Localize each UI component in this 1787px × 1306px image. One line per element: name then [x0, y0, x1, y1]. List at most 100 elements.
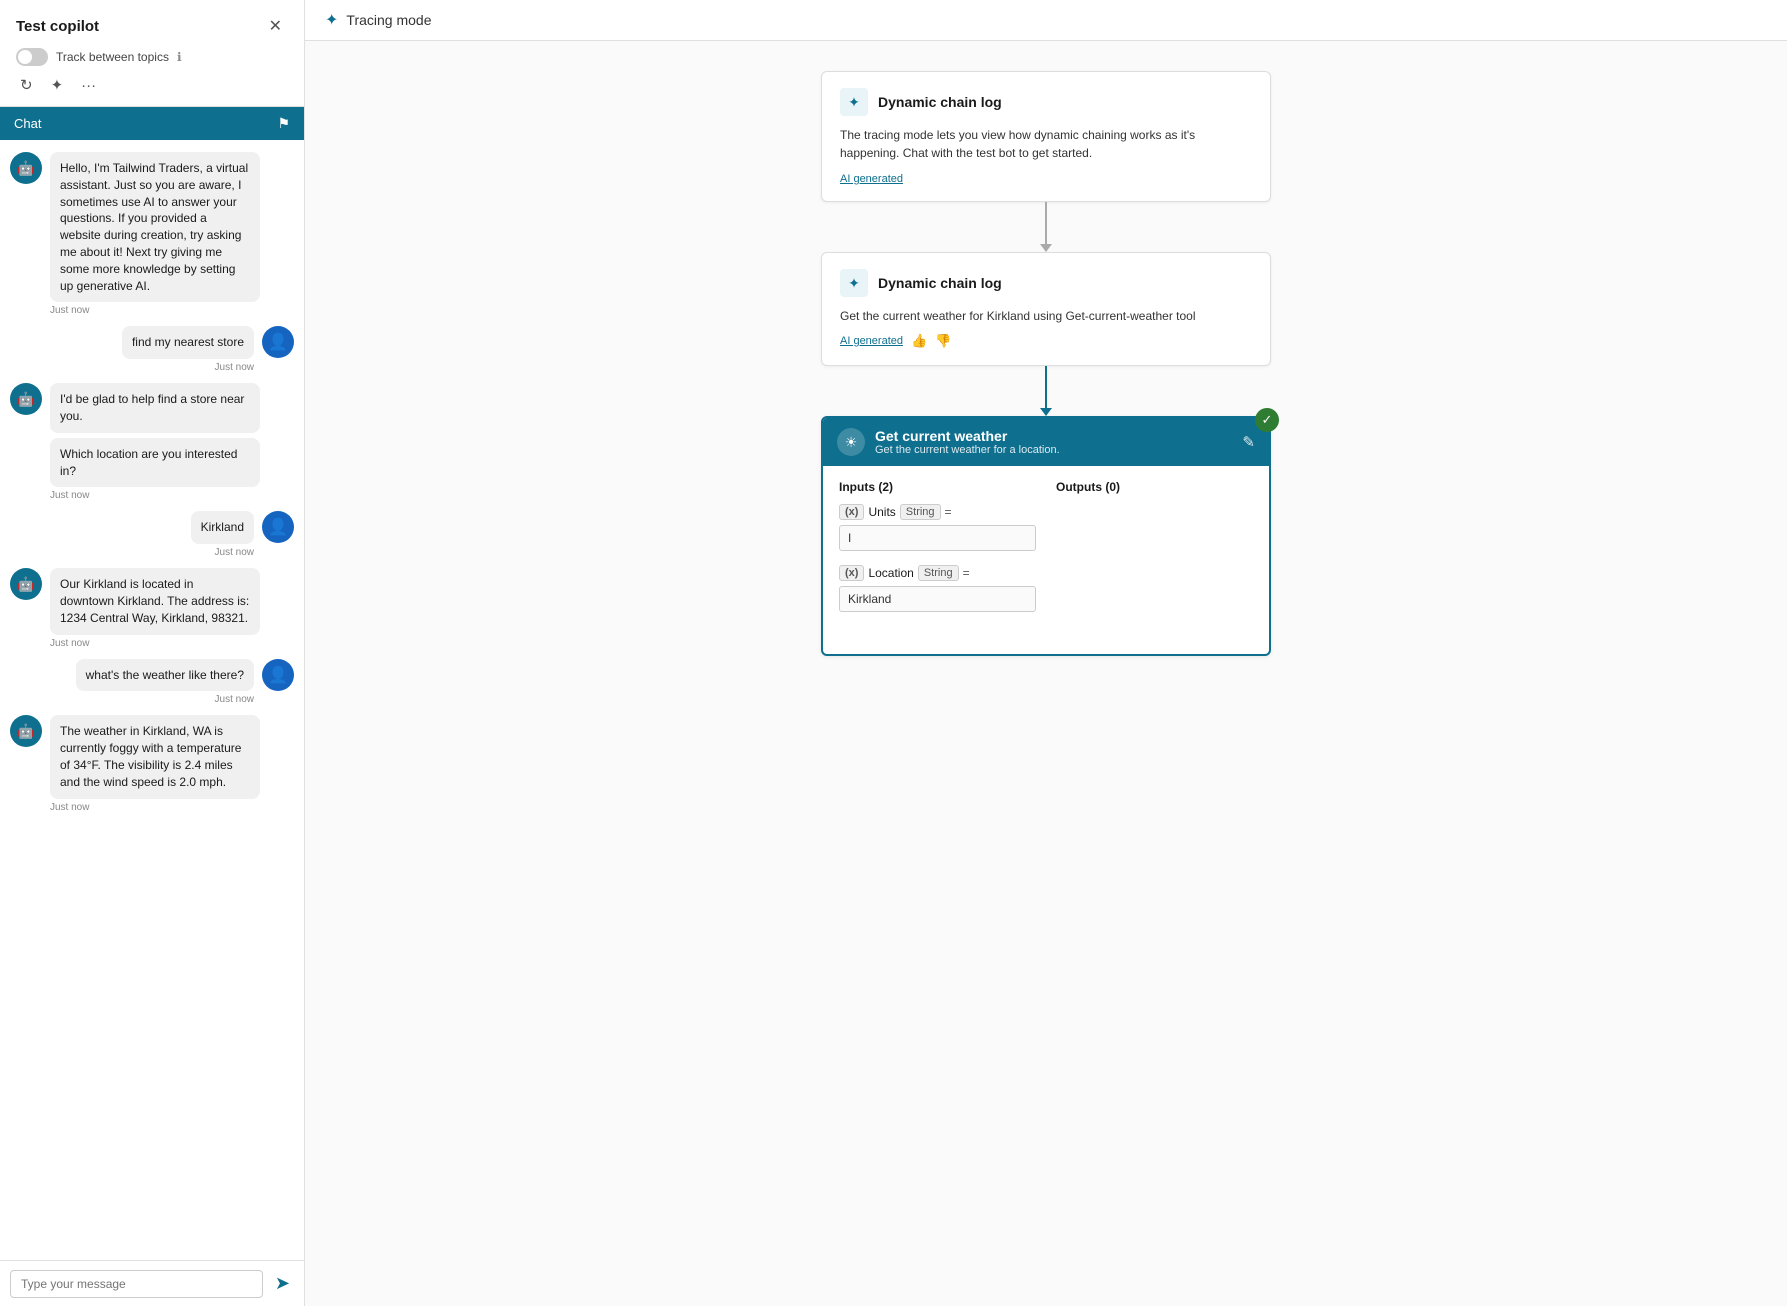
- tag-x-location: (x): [839, 565, 864, 581]
- chat-tab-bar: Chat ⚑: [0, 107, 304, 140]
- tag-eq-location: =: [963, 566, 970, 580]
- dynamic-chain-card-2: ✦ Dynamic chain log Get the current weat…: [821, 252, 1271, 366]
- chat-input[interactable]: [10, 1270, 263, 1298]
- msg-time-1: Just now: [50, 305, 260, 316]
- weather-icon: ☀: [837, 428, 865, 456]
- send-button[interactable]: ➤: [271, 1269, 294, 1298]
- thumbs-down-icon[interactable]: 👎: [935, 333, 951, 349]
- user-avatar-1: 👤: [262, 326, 294, 358]
- more-options-button[interactable]: ···: [77, 75, 100, 96]
- chain-card-body-1: The tracing mode lets you view how dynam…: [840, 126, 1252, 162]
- input-tags-units: (x) Units String =: [839, 504, 1036, 520]
- chain-icon-2: ✦: [840, 269, 868, 297]
- bot-message-group-1: Hello, I'm Tailwind Traders, a virtual a…: [50, 152, 260, 316]
- dynamic-chain-card-1: ✦ Dynamic chain log The tracing mode let…: [821, 71, 1271, 202]
- input-value-location: Kirkland: [839, 586, 1036, 612]
- bot-message-group-2: I'd be glad to help find a store near yo…: [50, 383, 260, 501]
- user-message-group-1: find my nearest store Just now: [122, 326, 254, 373]
- tracing-icon: ✦: [325, 10, 338, 30]
- track-toggle[interactable]: [16, 48, 48, 66]
- track-label: Track between topics: [56, 50, 169, 64]
- chat-tab-label: Chat: [14, 116, 41, 131]
- weather-card-subtitle: Get the current weather for a location.: [875, 444, 1060, 456]
- tag-name-units: Units: [868, 505, 895, 519]
- flag-icon: ⚑: [277, 115, 290, 132]
- msg-time-bot-4: Just now: [50, 802, 260, 813]
- bot-message-group-3: Our Kirkland is located in downtown Kirk…: [50, 568, 260, 648]
- left-panel: Test copilot ✕ Track between topics ℹ ↻ …: [0, 0, 305, 1306]
- chain-icon-1: ✦: [840, 88, 868, 116]
- msg-time-user-1: Just now: [215, 362, 254, 373]
- tracing-content: ✦ Dynamic chain log The tracing mode let…: [305, 41, 1787, 1306]
- right-panel: ✦ Tracing mode ✦ Dynamic chain log The t…: [305, 0, 1787, 1306]
- outputs-label: Outputs (0): [1056, 480, 1253, 494]
- user-bubble-2: Kirkland: [191, 511, 254, 544]
- inputs-column: Inputs (2) (x) Units String = I: [839, 480, 1036, 626]
- panel-title: Test copilot: [16, 18, 99, 35]
- tag-eq-units: =: [945, 505, 952, 519]
- chat-messages: 🤖 Hello, I'm Tailwind Traders, a virtual…: [0, 140, 304, 1260]
- msg-time-bot-2: Just now: [50, 490, 260, 501]
- weather-card-header: ☀ Get current weather Get the current we…: [823, 418, 1269, 466]
- bot-bubble-3: Which location are you interested in?: [50, 438, 260, 488]
- outputs-column: Outputs (0): [1056, 480, 1253, 626]
- bot-avatar-3: 🤖: [10, 568, 42, 600]
- user-message-1: 👤 find my nearest store Just now: [10, 326, 294, 373]
- close-button[interactable]: ✕: [263, 14, 288, 38]
- bot-message-group-4: The weather in Kirkland, WA is currently…: [50, 715, 260, 812]
- tag-x-units: (x): [839, 504, 864, 520]
- arrow-1: [1040, 202, 1052, 252]
- msg-time-user-2: Just now: [215, 547, 254, 558]
- inputs-label: Inputs (2): [839, 480, 1036, 494]
- tag-type-location: String: [918, 565, 959, 581]
- bot-avatar: 🤖: [10, 152, 42, 184]
- ai-generated-link-1[interactable]: AI generated: [840, 173, 903, 185]
- left-header: Test copilot ✕ Track between topics ℹ ↻ …: [0, 0, 304, 107]
- user-avatar-3: 👤: [262, 659, 294, 691]
- tracing-label: Tracing mode: [346, 12, 431, 28]
- edit-icon[interactable]: ✎: [1242, 433, 1255, 451]
- bot-avatar-4: 🤖: [10, 715, 42, 747]
- msg-time-bot-3: Just now: [50, 638, 260, 649]
- user-bubble-1: find my nearest store: [122, 326, 254, 359]
- arrow-2: [1040, 366, 1052, 416]
- chain-card-title-2: Dynamic chain log: [878, 275, 1002, 291]
- thumbs-up-icon[interactable]: 👍: [911, 333, 927, 349]
- bot-message-3: 🤖 Our Kirkland is located in downtown Ki…: [10, 568, 294, 648]
- check-badge: ✓: [1255, 408, 1279, 432]
- bot-avatar-2: 🤖: [10, 383, 42, 415]
- sparkle-button[interactable]: ✦: [47, 74, 68, 96]
- weather-card-title: Get current weather: [875, 428, 1060, 444]
- user-message-2: 👤 Kirkland Just now: [10, 511, 294, 558]
- user-message-group-2: Kirkland Just now: [191, 511, 254, 558]
- bot-message-2: 🤖 I'd be glad to help find a store near …: [10, 383, 294, 501]
- tag-type-units: String: [900, 504, 941, 520]
- bot-bubble-1: Hello, I'm Tailwind Traders, a virtual a…: [50, 152, 260, 302]
- ai-generated-link-2[interactable]: AI generated: [840, 335, 903, 347]
- weather-card-body: Inputs (2) (x) Units String = I: [823, 466, 1269, 654]
- refresh-button[interactable]: ↻: [16, 74, 37, 96]
- bot-bubble-4: Our Kirkland is located in downtown Kirk…: [50, 568, 260, 634]
- input-item-units: (x) Units String = I: [839, 504, 1036, 551]
- user-message-group-3: what's the weather like there? Just now: [76, 659, 254, 706]
- chat-input-row: ➤: [0, 1260, 304, 1306]
- msg-time-user-3: Just now: [215, 694, 254, 705]
- input-value-units: I: [839, 525, 1036, 551]
- bot-bubble-2: I'd be glad to help find a store near yo…: [50, 383, 260, 433]
- weather-card: ✓ ☀ Get current weather Get the current …: [821, 416, 1271, 656]
- user-avatar-2: 👤: [262, 511, 294, 543]
- input-tags-location: (x) Location String =: [839, 565, 1036, 581]
- thumbs-row: AI generated 👍 👎: [840, 333, 1252, 349]
- inputs-outputs-row: Inputs (2) (x) Units String = I: [839, 480, 1253, 626]
- bot-message-4: 🤖 The weather in Kirkland, WA is current…: [10, 715, 294, 812]
- info-icon: ℹ: [177, 50, 182, 64]
- user-bubble-3: what's the weather like there?: [76, 659, 254, 692]
- user-message-3: 👤 what's the weather like there? Just no…: [10, 659, 294, 706]
- chain-card-body-2: Get the current weather for Kirkland usi…: [840, 307, 1252, 325]
- tag-name-location: Location: [868, 566, 913, 580]
- input-item-location: (x) Location String = Kirkland: [839, 565, 1036, 612]
- tracing-header: ✦ Tracing mode: [305, 0, 1787, 41]
- bot-message-1: 🤖 Hello, I'm Tailwind Traders, a virtual…: [10, 152, 294, 316]
- bot-bubble-5: The weather in Kirkland, WA is currently…: [50, 715, 260, 798]
- weather-card-title-group: Get current weather Get the current weat…: [875, 428, 1060, 456]
